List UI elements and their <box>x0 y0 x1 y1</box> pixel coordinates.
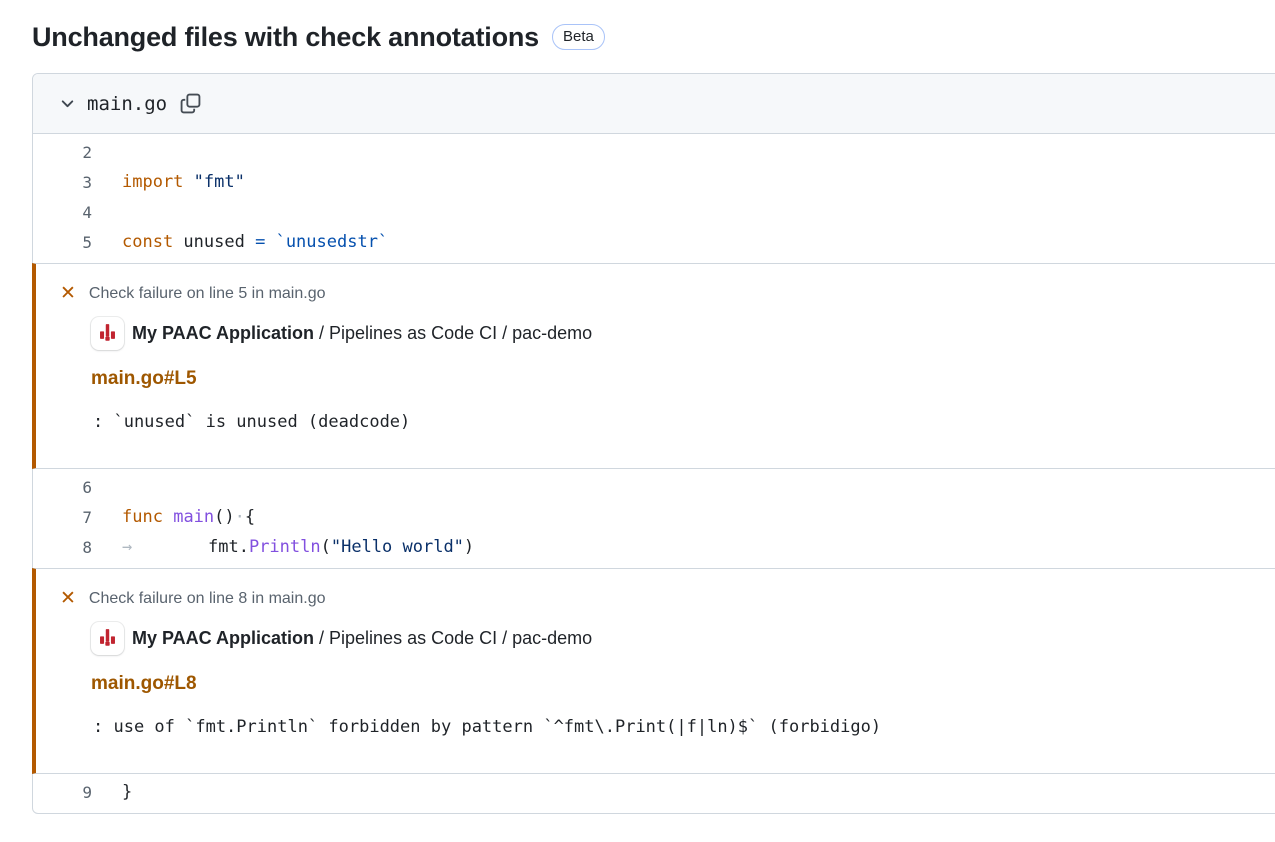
annotation-message: : `unused` is unused (deadcode) <box>93 412 1270 432</box>
code-line: 7 func main()·{ <box>33 502 1275 532</box>
copy-icon[interactable] <box>177 91 203 117</box>
x-failure-icon: ✕ <box>60 589 76 608</box>
code-text: const unused = `unusedstr` <box>122 232 388 252</box>
code-line: 3 import "fmt" <box>33 167 1275 197</box>
code-line: 6 <box>33 472 1275 502</box>
annotation-app-row: My PAAC Application / Pipelines as Code … <box>91 317 1270 350</box>
app-name: My PAAC Application <box>132 323 314 343</box>
app-avatar <box>91 317 124 350</box>
app-path: / Pipelines as Code CI / pac-demo <box>314 628 592 648</box>
line-number: 3 <box>33 173 92 192</box>
code-line: 4 <box>33 197 1275 227</box>
page-title: Unchanged files with check annotations <box>32 22 539 53</box>
code-line: 5 const unused = `unusedstr` <box>33 227 1275 257</box>
line-number: 7 <box>33 508 92 527</box>
code-text: import "fmt" <box>122 172 245 192</box>
app-avatar <box>91 622 124 655</box>
annotation-file-link[interactable]: main.go#L8 <box>91 673 197 695</box>
annotation-file-link[interactable]: main.go#L5 <box>91 368 197 390</box>
beta-badge: Beta <box>552 24 605 50</box>
line-number: 2 <box>33 143 92 162</box>
check-annotation-line-5: ✕ Check failure on line 5 in main.go My … <box>32 263 1275 469</box>
app-path: / Pipelines as Code CI / pac-demo <box>314 323 592 343</box>
code-text: } <box>122 782 132 802</box>
code-section-lines-6-8: 6 7 func main()·{ 8 →fmt.Println("Hello worl… <box>33 469 1275 568</box>
code-text: →fmt.Println("Hello world") <box>122 537 474 557</box>
code-line: 9} <box>33 777 1275 807</box>
code-line: 2 <box>33 137 1275 167</box>
annotation-header: Check failure on line 5 in main.go <box>89 285 326 303</box>
app-title: My PAAC Application / Pipelines as Code … <box>132 323 592 344</box>
annotation-header-row: ✕ Check failure on line 5 in main.go <box>60 284 1270 303</box>
code-section-lines-2-5: 2 3 import "fmt" 4 5 const unused = `unusedst… <box>33 134 1275 263</box>
annotation-app-row: My PAAC Application / Pipelines as Code … <box>91 622 1270 655</box>
page-header: Unchanged files with check annotations B… <box>32 20 1275 54</box>
chevron-down-icon[interactable] <box>53 90 81 118</box>
annotation-header-row: ✕ Check failure on line 8 in main.go <box>60 589 1270 608</box>
file-header: main.go <box>33 74 1275 134</box>
line-number: 6 <box>33 478 92 497</box>
annotation-header: Check failure on line 8 in main.go <box>89 590 326 608</box>
annotation-message: : use of `fmt.Println` forbidden by patt… <box>93 717 1270 737</box>
line-number: 5 <box>33 233 92 252</box>
x-failure-icon: ✕ <box>60 284 76 303</box>
code-section-line-9: 9} <box>33 774 1275 813</box>
code-text: func main()·{ <box>122 507 255 527</box>
app-title: My PAAC Application / Pipelines as Code … <box>132 628 592 649</box>
app-name: My PAAC Application <box>132 628 314 648</box>
line-number: 8 <box>33 538 92 557</box>
line-number: 4 <box>33 203 92 222</box>
code-line: 8 →fmt.Println("Hello world") <box>33 532 1275 562</box>
file-name: main.go <box>87 93 167 115</box>
line-number: 9 <box>33 783 92 802</box>
check-annotation-line-8: ✕ Check failure on line 8 in main.go My … <box>32 568 1275 774</box>
file-annotations-card: main.go 2 3 import "fmt" 4 5 const unused = `… <box>32 73 1275 814</box>
